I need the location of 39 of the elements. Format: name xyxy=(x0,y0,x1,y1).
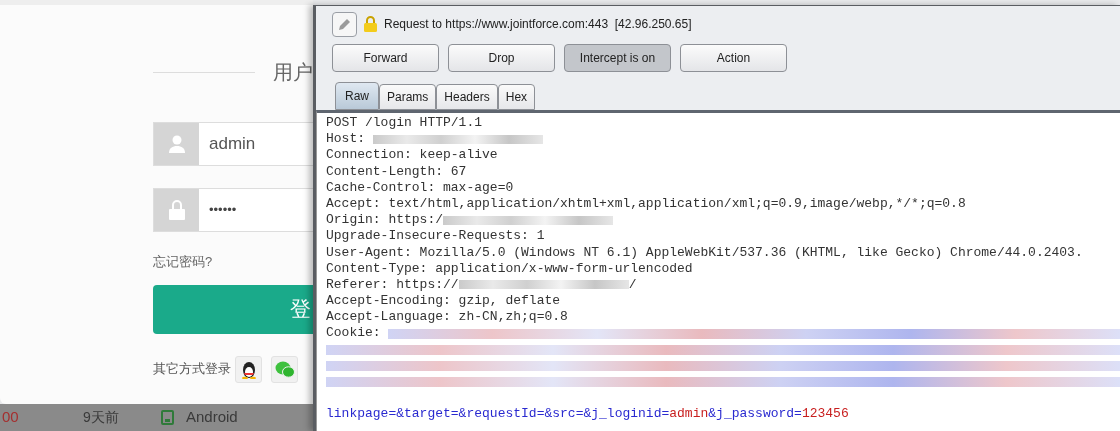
header-line: Connection: keep-alive xyxy=(326,147,498,164)
forgot-password-link[interactable]: 忘记密码? xyxy=(153,252,213,272)
request-body: linkpage=&target=&requestId=&src=&j_loginid=admin&j_password=123456 xyxy=(326,406,849,423)
header-line: POST /login HTTP/1.1 xyxy=(326,115,483,132)
edit-button[interactable] xyxy=(332,11,357,37)
header-line: User-Agent: Mozilla/5.0 (Windows NT 6.1) AppleWebKit/537.36 (KHTML, like Gecko) Chrome/44.0.2403. xyxy=(326,244,1083,261)
header-line: Accept-Language: zh-CN,zh;q=0.8 xyxy=(326,309,568,326)
toolbar-button[interactable]: Forward xyxy=(332,44,439,72)
other-login-label: 其它方式登录 xyxy=(153,360,231,379)
toolbar-button[interactable]: Drop xyxy=(448,44,555,72)
tab[interactable]: Headers xyxy=(436,84,498,110)
header-line: Cache-Control: max-age=0 xyxy=(326,179,514,196)
platform-text: Android xyxy=(186,407,238,428)
toolbar-button[interactable]: Action xyxy=(680,44,787,72)
header-line: Accept: text/html,application/xhtml+xml,application/xml;q=0.9,image/webp,*/*;q=0.8 xyxy=(326,195,966,213)
header-line: Accept-Encoding: gzip, deflate xyxy=(326,293,561,310)
header-line: Host: xyxy=(326,131,366,148)
toolbar-button[interactable]: Intercept is on xyxy=(564,44,671,72)
penguin-button[interactable] xyxy=(235,355,262,383)
pencil-icon xyxy=(338,17,351,31)
lock-icon xyxy=(363,15,378,33)
tab[interactable]: Params xyxy=(379,84,437,110)
chat-bubbles-icon xyxy=(274,360,295,378)
header-line: Referer: https:// xyxy=(326,276,459,294)
tab[interactable]: Raw xyxy=(335,82,379,110)
login-title: 用户 xyxy=(273,60,313,85)
phone-icon xyxy=(161,410,174,425)
request-title: Request to https://www.jointforce.com:443 [42.96.250.65] xyxy=(384,16,692,33)
header-line: / xyxy=(628,276,637,294)
header-line: Content-Length: 67 xyxy=(326,163,467,180)
price-text: 00 xyxy=(2,407,20,428)
tab[interactable]: Hex xyxy=(497,84,536,110)
chat-button[interactable] xyxy=(271,355,298,383)
time-text: 9天前 xyxy=(83,408,120,427)
header-line: Content-Type: application/x-www-form-urlencoded xyxy=(326,260,693,277)
penguin-icon xyxy=(240,359,257,379)
header-line: Origin: https:/ xyxy=(326,212,444,229)
header-line: Upgrade-Insecure-Requests: 1 xyxy=(326,228,545,245)
header-line: Cookie: xyxy=(326,325,382,342)
